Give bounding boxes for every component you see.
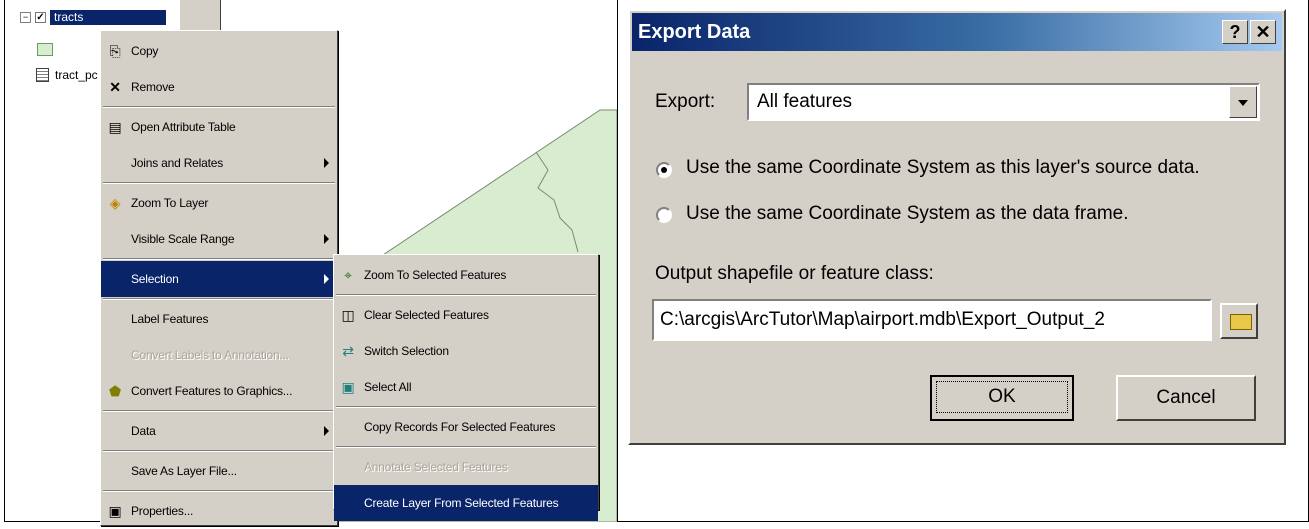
selection-submenu: ⌖ Zoom To Selected Features ◫ Clear Sele… (333, 254, 599, 521)
ok-button[interactable]: OK (930, 375, 1074, 421)
menu-separator (336, 406, 596, 408)
menu-item-open-attribute-table[interactable]: ▤ Open Attribute Table (101, 109, 337, 145)
radio-data-frame-coordinate-system-label[interactable]: Use the same Coordinate System as the da… (686, 203, 1129, 225)
layer-name-tracts[interactable]: tracts (50, 10, 166, 25)
export-dropdown[interactable]: All features (747, 83, 1260, 121)
submenu-arrow-icon (324, 426, 329, 436)
menu-item-joins-relates[interactable]: Joins and Relates (101, 145, 337, 181)
close-button[interactable]: ✕ (1250, 20, 1276, 44)
menu-item-visible-scale-range[interactable]: Visible Scale Range (101, 221, 337, 257)
submenu-item-create-layer[interactable]: Create Layer From Selected Features (334, 485, 598, 521)
export-label: Export: (655, 91, 716, 112)
menu-separator (103, 410, 335, 412)
menu-item-properties[interactable]: ▣ Properties... (101, 493, 337, 529)
toc-layer-tract-pc[interactable]: tract_pc (36, 68, 98, 82)
menu-item-selection[interactable]: Selection (101, 261, 337, 297)
menu-item-zoom-to-layer[interactable]: ◈ Zoom To Layer (101, 185, 337, 221)
submenu-item-clear-selected[interactable]: ◫ Clear Selected Features (334, 297, 598, 333)
layer-context-menu: ⎘ Copy ✕ Remove ▤ Open Attribute Table J… (100, 30, 338, 526)
menu-separator (103, 106, 335, 108)
menu-separator (336, 294, 596, 296)
submenu-item-copy-records[interactable]: Copy Records For Selected Features (334, 409, 598, 445)
menu-separator (103, 258, 335, 260)
submenu-arrow-icon (324, 234, 329, 244)
remove-icon: ✕ (109, 79, 121, 95)
menu-separator (103, 298, 335, 300)
switch-selection-icon: ⇄ (342, 343, 354, 359)
properties-icon: ▣ (108, 503, 122, 519)
menu-separator (103, 450, 335, 452)
clear-selection-icon: ◫ (341, 307, 355, 323)
toc-layer-tracts[interactable]: − ✓ tracts (20, 10, 166, 25)
menu-item-convert-features[interactable]: ⬟ Convert Features to Graphics... (101, 373, 337, 409)
submenu-item-zoom-selected[interactable]: ⌖ Zoom To Selected Features (334, 257, 598, 293)
menu-item-convert-labels: Convert Labels to Annotation... (131, 348, 289, 362)
table-layer-icon (36, 68, 49, 82)
export-dropdown-value: All features (757, 91, 853, 112)
menu-item-save-as-layer[interactable]: Save As Layer File... (101, 453, 337, 489)
layer-visibility-checkbox[interactable]: ✓ (35, 12, 46, 23)
radio-data-frame-coordinate-system[interactable] (656, 207, 672, 223)
menu-separator (103, 182, 335, 184)
layer-symbol-swatch[interactable] (37, 43, 53, 56)
dialog-title: Export Data (638, 21, 751, 43)
dropdown-arrow-icon[interactable] (1229, 86, 1257, 118)
copy-icon: ⎘ (109, 43, 121, 59)
convert-graphics-icon: ⬟ (109, 383, 121, 399)
menu-separator (103, 490, 335, 492)
open-folder-icon (1230, 314, 1252, 330)
menu-item-remove[interactable]: ✕ Remove (101, 69, 337, 105)
cancel-button[interactable]: Cancel (1116, 375, 1256, 421)
menu-item-label-features[interactable]: Label Features (101, 301, 337, 337)
browse-folder-button[interactable] (1220, 303, 1258, 339)
output-path-field[interactable]: C:\arcgis\ArcTutor\Map\airport.mdb\Expor… (652, 299, 1212, 341)
collapse-icon[interactable]: − (20, 12, 31, 23)
menu-separator (336, 446, 596, 448)
table-icon: ▤ (108, 119, 122, 135)
radio-source-coordinate-system-label[interactable]: Use the same Coordinate System as this l… (686, 157, 1200, 179)
layer-name-tract-pc[interactable]: tract_pc (55, 68, 98, 82)
submenu-arrow-icon (324, 158, 329, 168)
radio-source-coordinate-system[interactable] (656, 162, 672, 178)
menu-item-data[interactable]: Data (101, 413, 337, 449)
zoom-selected-icon: ⌖ (344, 267, 352, 283)
dialog-titlebar[interactable]: Export Data ? ✕ (632, 13, 1282, 51)
submenu-item-annotate-selected: Annotate Selected Features (364, 460, 508, 474)
help-button[interactable]: ? (1222, 20, 1248, 44)
submenu-item-select-all[interactable]: ▣ Select All (334, 369, 598, 405)
submenu-item-switch-selection[interactable]: ⇄ Switch Selection (334, 333, 598, 369)
export-data-dialog: Export Data ? ✕ Export: All features Use… (628, 9, 1286, 445)
select-all-icon: ▣ (341, 379, 355, 395)
submenu-arrow-icon (324, 274, 329, 284)
menu-item-copy[interactable]: ⎘ Copy (101, 33, 337, 69)
output-label: Output shapefile or feature class: (655, 263, 934, 284)
zoom-layer-icon: ◈ (109, 195, 121, 211)
output-path-value: C:\arcgis\ArcTutor\Map\airport.mdb\Expor… (660, 309, 1105, 330)
